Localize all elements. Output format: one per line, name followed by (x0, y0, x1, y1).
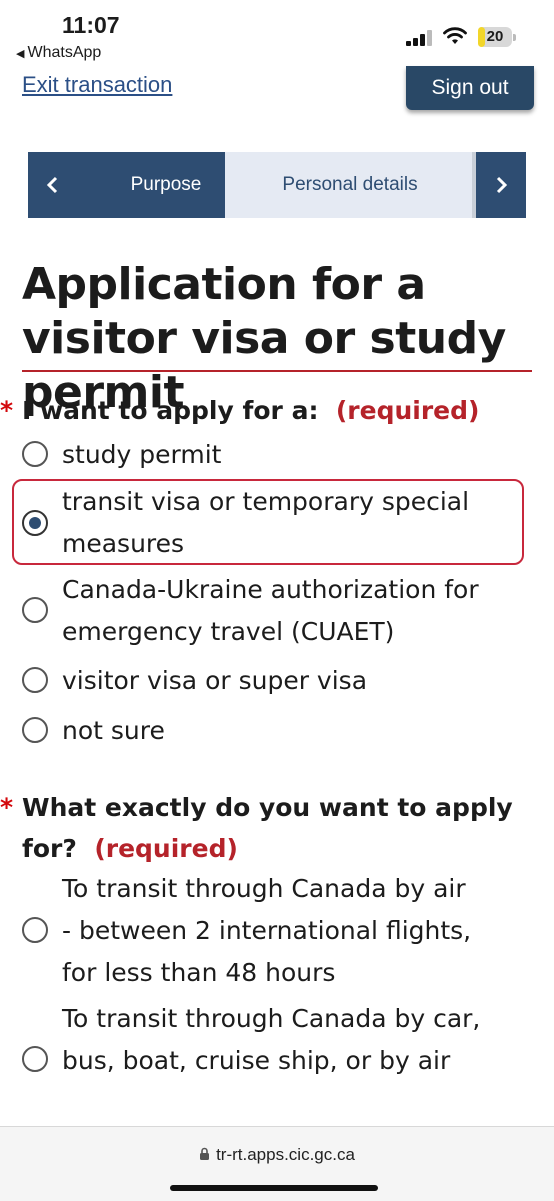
radio-cuaet[interactable] (22, 597, 48, 623)
browser-url-bar[interactable]: tr-rt.apps.cic.gc.ca (0, 1126, 554, 1201)
chevron-left-icon (46, 176, 58, 194)
option-label-cuaet[interactable]: Canada-Ukraine authorization for emergen… (62, 569, 532, 653)
option-label-study-permit[interactable]: study permit (62, 434, 532, 476)
radio-transit-air[interactable] (22, 917, 48, 943)
battery-indicator: 20 (478, 27, 516, 47)
url-text: tr-rt.apps.cic.gc.ca (216, 1145, 355, 1164)
option-label-not-sure[interactable]: not sure (62, 710, 532, 752)
question-text: I want to apply for a: (22, 396, 319, 425)
exit-transaction-link[interactable]: Exit transaction (22, 72, 172, 98)
radio-transit-ground[interactable] (22, 1046, 48, 1072)
tab-personal-details[interactable]: Personal details (225, 152, 475, 218)
required-asterisk: * (0, 793, 14, 822)
cellular-signal-icon (406, 30, 432, 46)
sign-out-button[interactable]: Sign out (406, 66, 534, 110)
required-indicator: (required) (335, 396, 480, 425)
back-app-label: WhatsApp (27, 44, 102, 61)
progress-tabs: Purpose Personal details (28, 152, 526, 218)
radio-study-permit[interactable] (22, 441, 48, 467)
option-label-transit-visa[interactable]: transit visa or temporary special measur… (62, 481, 532, 565)
home-indicator (170, 1185, 378, 1191)
required-asterisk: * (0, 396, 14, 425)
status-time: 11:07 (62, 12, 120, 38)
question-apply-for-label: * I want to apply for a: (required) (0, 390, 532, 431)
option-label-transit-ground[interactable]: To transit through Canada by car, bus, b… (62, 998, 502, 1082)
option-label-visitor-visa[interactable]: visitor visa or super visa (62, 660, 532, 702)
radio-not-sure[interactable] (22, 717, 48, 743)
radio-visitor-visa[interactable] (22, 667, 48, 693)
previous-tab-button[interactable] (28, 152, 78, 218)
required-indicator: (required) (94, 834, 238, 863)
back-triangle-icon: ◀ (16, 48, 25, 60)
wifi-icon (443, 27, 467, 44)
radio-transit-visa[interactable] (22, 510, 48, 536)
option-label-transit-air[interactable]: To transit through Canada by air - betwe… (62, 868, 482, 994)
question-exact-purpose-label: * What exactly do you want to apply for?… (0, 787, 532, 869)
title-divider (22, 370, 532, 372)
battery-level: 20 (486, 28, 504, 45)
next-tab-button[interactable] (476, 152, 526, 218)
lock-icon (200, 1147, 210, 1160)
back-to-app-link[interactable]: ◀ WhatsApp (16, 44, 101, 62)
radio-selected-dot (29, 517, 41, 529)
chevron-right-icon (496, 176, 508, 194)
